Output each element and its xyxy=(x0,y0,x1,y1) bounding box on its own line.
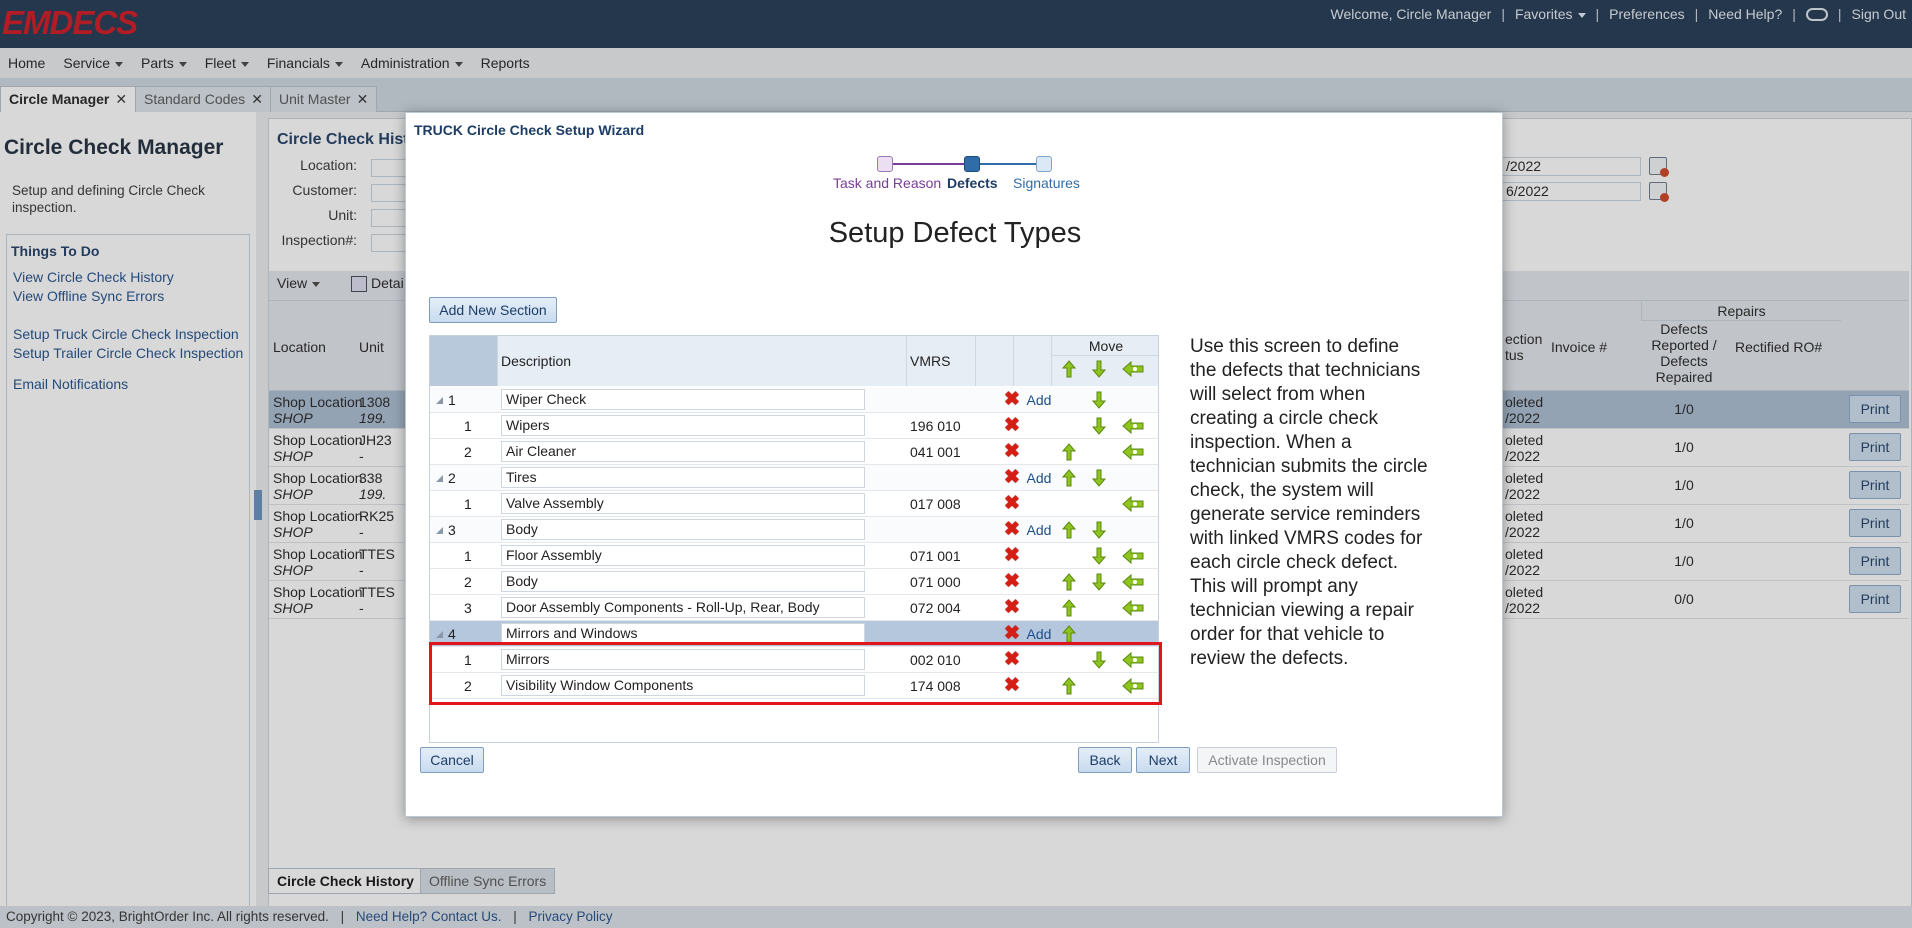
vmrs-code: 196 010 xyxy=(910,418,961,434)
dialog-title: TRUCK Circle Check Setup Wizard xyxy=(414,122,645,138)
collapse-icon[interactable] xyxy=(436,475,443,482)
move-down-icon[interactable] xyxy=(1092,547,1106,565)
delete-icon[interactable]: ✖ xyxy=(1004,442,1020,461)
description-input[interactable]: Body xyxy=(501,519,865,540)
row-number: 3 xyxy=(464,600,472,616)
activate-inspection-button[interactable]: Activate Inspection xyxy=(1197,747,1337,773)
move-to-icon[interactable] xyxy=(1122,599,1144,617)
defect-row[interactable]: 3 Door Assembly Components - Roll-Up, Rea… xyxy=(430,595,1158,621)
delete-icon[interactable]: ✖ xyxy=(1004,546,1020,565)
add-item-link[interactable]: Add xyxy=(1020,387,1058,413)
vmrs-code: 017 008 xyxy=(910,496,961,512)
col-vmrs: VMRS xyxy=(907,336,976,386)
arrow-down-icon xyxy=(1092,360,1106,378)
delete-icon[interactable]: ✖ xyxy=(1004,572,1020,591)
vmrs-code: 072 004 xyxy=(910,600,961,616)
add-item-link[interactable]: Add xyxy=(1020,517,1058,543)
description-input[interactable]: Air Cleaner xyxy=(501,441,865,462)
step-signatures[interactable]: Signatures xyxy=(1013,175,1080,191)
panel-splitter[interactable] xyxy=(254,490,262,520)
description-input[interactable]: Wiper Check xyxy=(501,389,865,410)
move-to-icon[interactable] xyxy=(1122,547,1144,565)
description-input[interactable]: Tires xyxy=(501,467,865,488)
move-up-icon[interactable] xyxy=(1062,599,1076,617)
vmrs-code: 071 000 xyxy=(910,574,961,590)
arrow-up-icon xyxy=(1062,360,1076,378)
vmrs-code: 071 001 xyxy=(910,548,961,564)
step-2-marker[interactable] xyxy=(964,156,980,172)
col-move: Move xyxy=(1052,336,1158,356)
step-1-marker[interactable] xyxy=(877,156,893,172)
highlight-box xyxy=(429,642,1162,705)
delete-icon[interactable]: ✖ xyxy=(1004,624,1020,643)
move-up-icon[interactable] xyxy=(1062,469,1076,487)
add-new-section-button[interactable]: Add New Section xyxy=(429,297,557,323)
move-down-icon[interactable] xyxy=(1092,391,1106,409)
collapse-icon[interactable] xyxy=(436,631,443,638)
move-up-icon[interactable] xyxy=(1062,521,1076,539)
row-number: 2 xyxy=(464,574,472,590)
move-down-icon[interactable] xyxy=(1092,469,1106,487)
row-number: 1 xyxy=(464,548,472,564)
delete-icon[interactable]: ✖ xyxy=(1004,598,1020,617)
description-input[interactable]: Door Assembly Components - Roll-Up, Rear… xyxy=(501,597,865,618)
row-number: 1 xyxy=(464,496,472,512)
row-number: 1 xyxy=(448,392,456,408)
collapse-icon[interactable] xyxy=(436,527,443,534)
move-to-icon xyxy=(1122,360,1144,378)
defect-row[interactable]: 2 Air Cleaner 041 001 ✖ xyxy=(430,439,1158,465)
help-text: Use this screen to define the defects th… xyxy=(1190,336,1428,669)
delete-icon[interactable]: ✖ xyxy=(1004,390,1020,409)
move-up-icon[interactable] xyxy=(1062,573,1076,591)
move-up-icon[interactable] xyxy=(1062,625,1076,643)
col-description: Description xyxy=(498,336,907,386)
delete-icon[interactable]: ✖ xyxy=(1004,520,1020,539)
delete-icon[interactable]: ✖ xyxy=(1004,416,1020,435)
vmrs-code: 041 001 xyxy=(910,444,961,460)
description-input[interactable]: Wipers xyxy=(501,415,865,436)
section-row[interactable]: 1 Wiper Check ✖ Add xyxy=(430,387,1158,413)
description-input[interactable]: Body xyxy=(501,571,865,592)
next-button[interactable]: Next xyxy=(1136,747,1190,773)
defect-row[interactable]: 1 Wipers 196 010 ✖ xyxy=(430,413,1158,439)
add-item-link[interactable]: Add xyxy=(1020,465,1058,491)
defect-row[interactable]: 1 Floor Assembly 071 001 ✖ xyxy=(430,543,1158,569)
cancel-button[interactable]: Cancel xyxy=(420,747,484,773)
move-to-icon[interactable] xyxy=(1122,573,1144,591)
defect-row[interactable]: 2 Body 071 000 ✖ xyxy=(430,569,1158,595)
move-down-icon[interactable] xyxy=(1092,521,1106,539)
move-up-icon[interactable] xyxy=(1062,443,1076,461)
move-down-icon[interactable] xyxy=(1092,417,1106,435)
row-number: 1 xyxy=(464,418,472,434)
section-row[interactable]: 3 Body ✖ Add xyxy=(430,517,1158,543)
move-to-icon[interactable] xyxy=(1122,417,1144,435)
collapse-icon[interactable] xyxy=(436,397,443,404)
step-defects[interactable]: Defects xyxy=(947,175,998,191)
row-number: 2 xyxy=(464,444,472,460)
description-input[interactable]: Valve Assembly xyxy=(501,493,865,514)
dialog-heading: Setup Defect Types xyxy=(828,217,1082,249)
move-to-icon[interactable] xyxy=(1122,443,1144,461)
section-row[interactable]: 2 Tires ✖ Add xyxy=(430,465,1158,491)
delete-icon[interactable]: ✖ xyxy=(1004,494,1020,513)
move-down-icon[interactable] xyxy=(1092,573,1106,591)
delete-icon[interactable]: ✖ xyxy=(1004,468,1020,487)
back-button[interactable]: Back xyxy=(1078,747,1132,773)
description-input[interactable]: Mirrors and Windows xyxy=(501,623,865,644)
row-number: 3 xyxy=(448,522,456,538)
step-3-marker[interactable] xyxy=(1036,156,1052,172)
step-task-and-reason[interactable]: Task and Reason xyxy=(833,175,941,191)
row-number: 2 xyxy=(448,470,456,486)
setup-wizard-dialog: TRUCK Circle Check Setup Wizard Task and… xyxy=(405,112,1503,817)
description-input[interactable]: Floor Assembly xyxy=(501,545,865,566)
move-to-icon[interactable] xyxy=(1122,495,1144,513)
defect-row[interactable]: 1 Valve Assembly 017 008 ✖ xyxy=(430,491,1158,517)
